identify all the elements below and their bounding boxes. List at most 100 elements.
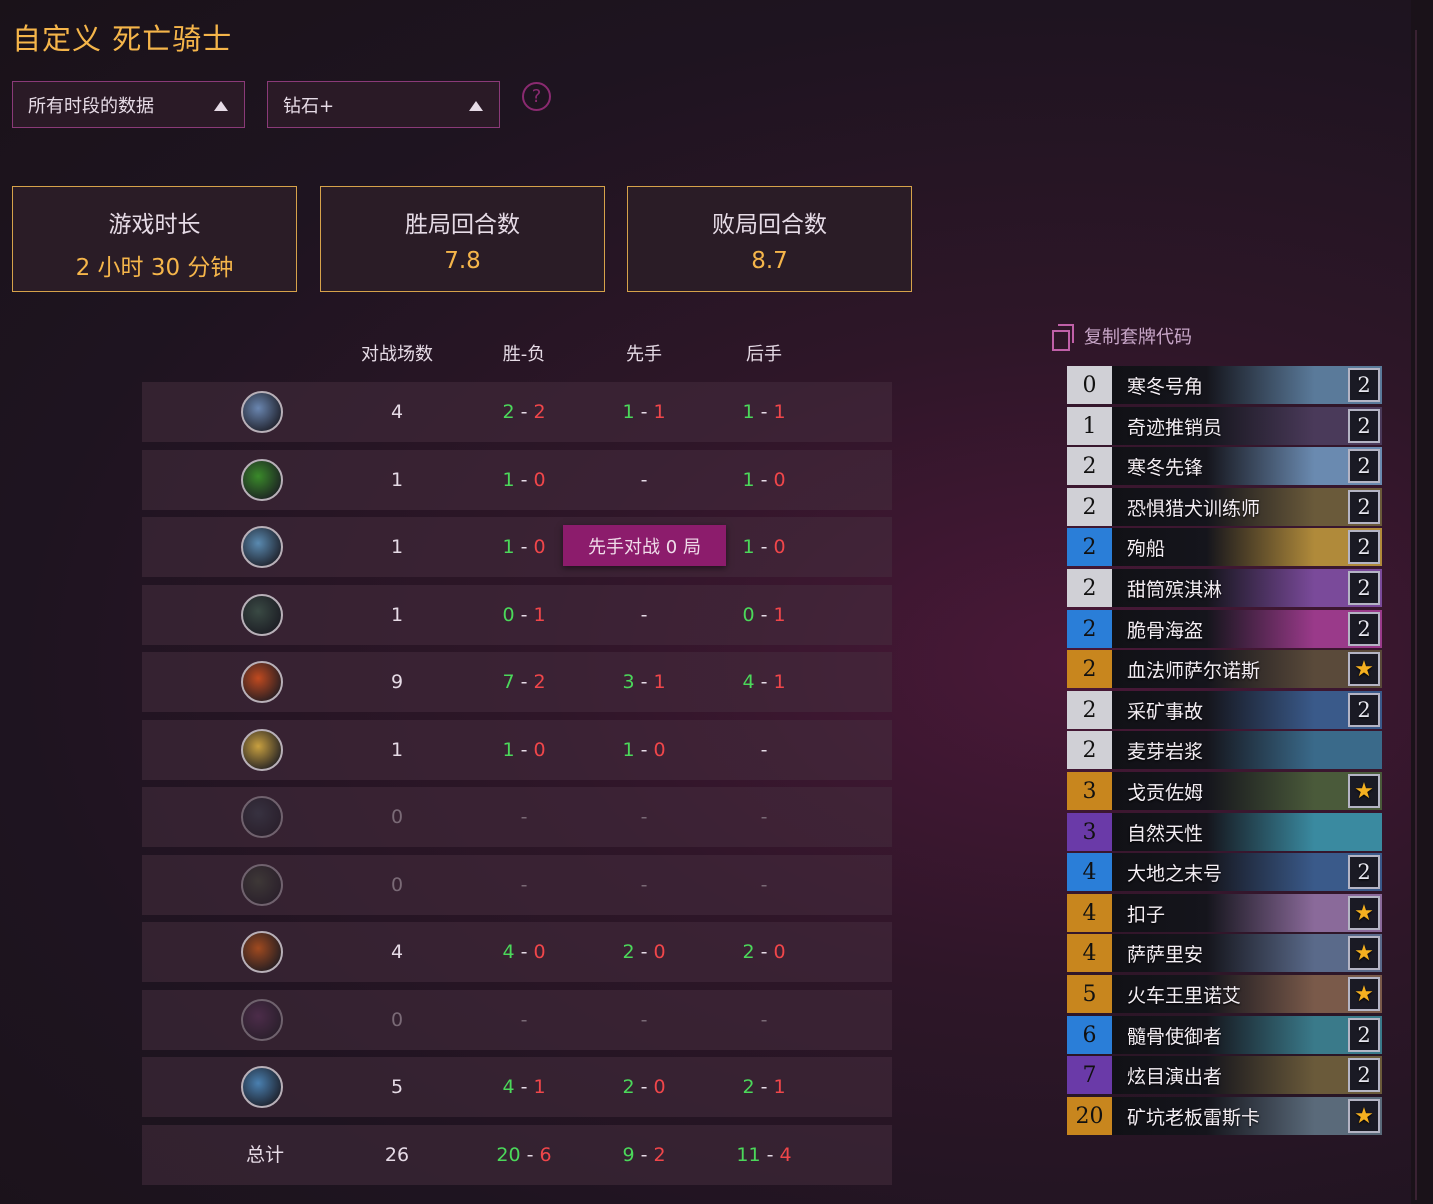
loss-count: 0 bbox=[653, 739, 666, 761]
deck-card[interactable]: 6 髓骨使御者 2 bbox=[1067, 1016, 1382, 1054]
table-row[interactable]: 44 - 02 - 02 - 0 bbox=[142, 922, 892, 982]
win-count: 1 bbox=[502, 739, 515, 761]
help-icon[interactable]: ? bbox=[522, 82, 551, 111]
card-cost: 7 bbox=[1067, 1056, 1112, 1094]
deck-card[interactable]: 2 采矿事故 2 bbox=[1067, 691, 1382, 729]
rank-dropdown[interactable]: 钻石+ bbox=[267, 81, 500, 128]
deck-card[interactable]: 4 大地之末号 2 bbox=[1067, 853, 1382, 891]
separator: - bbox=[634, 1076, 654, 1098]
deck-card[interactable]: 2 殉船 2 bbox=[1067, 528, 1382, 566]
card-count: 2 bbox=[1348, 368, 1380, 402]
deck-card[interactable]: 0 寒冬号角 2 bbox=[1067, 366, 1382, 404]
loss-count: 0 bbox=[653, 941, 666, 963]
empty-cell: - bbox=[464, 990, 584, 1050]
green-fel-icon bbox=[241, 459, 283, 501]
deck-card[interactable]: 4 扣子 ★ bbox=[1067, 894, 1382, 932]
card-cost: 3 bbox=[1067, 813, 1112, 851]
table-row[interactable]: 42 - 21 - 11 - 1 bbox=[142, 382, 892, 442]
deck-card[interactable]: 2 甜筒殡淇淋 2 bbox=[1067, 569, 1382, 607]
win-count: 2 bbox=[622, 1076, 635, 1098]
card-name: 炫目演出者 bbox=[1127, 1065, 1223, 1088]
card-count: 2 bbox=[1348, 449, 1380, 483]
deck-card[interactable]: 2 恐惧猎犬训练师 2 bbox=[1067, 488, 1382, 526]
deck-card[interactable]: 5 火车王里诺艾 ★ bbox=[1067, 975, 1382, 1013]
deck-card[interactable]: 4 萨萨里安 ★ bbox=[1067, 934, 1382, 972]
separator: - bbox=[754, 1076, 774, 1098]
table-row[interactable]: 0 - - - bbox=[142, 855, 892, 915]
card-name-bar: 扣子 ★ bbox=[1112, 894, 1382, 932]
table-row[interactable]: 0 - - - bbox=[142, 990, 892, 1050]
card-cost: 2 bbox=[1067, 650, 1112, 688]
deck-card[interactable]: 2 血法师萨尔诺斯 ★ bbox=[1067, 650, 1382, 688]
deck-card[interactable]: 2 麦芽岩浆 bbox=[1067, 731, 1382, 769]
table-row[interactable]: 97 - 23 - 14 - 1 bbox=[142, 652, 892, 712]
triangle-up-icon bbox=[214, 101, 228, 111]
table-row[interactable]: 0 - - - bbox=[142, 787, 892, 847]
card-count: 2 bbox=[1348, 1058, 1380, 1092]
legendary-star-icon: ★ bbox=[1348, 1099, 1380, 1133]
deck-card[interactable]: 3 自然天性 bbox=[1067, 813, 1382, 851]
win-count: 0 bbox=[742, 604, 755, 626]
card-cost: 2 bbox=[1067, 569, 1112, 607]
card-cost: 0 bbox=[1067, 366, 1112, 404]
separator: - bbox=[514, 1076, 534, 1098]
loss-count: 0 bbox=[533, 739, 546, 761]
table-row[interactable]: 10 - 1-0 - 1 bbox=[142, 585, 892, 645]
card-name: 大地之末号 bbox=[1127, 862, 1223, 885]
loss-count: 1 bbox=[533, 604, 546, 626]
win-count: 2 bbox=[622, 941, 635, 963]
empty-cell: - bbox=[704, 787, 824, 847]
loss-count: 0 bbox=[533, 536, 546, 558]
deck-card[interactable]: 3 戈贡佐姆 ★ bbox=[1067, 772, 1382, 810]
dash: - bbox=[760, 806, 768, 828]
win-loss-cell: 1 - 0 bbox=[704, 450, 824, 510]
win-count: 1 bbox=[742, 401, 755, 423]
legendary-star-icon: ★ bbox=[1348, 774, 1380, 808]
empty-cell: - bbox=[704, 990, 824, 1050]
win-count: 9 bbox=[622, 1144, 635, 1166]
table-row[interactable]: 11 - 0-1 - 0 bbox=[142, 450, 892, 510]
card-cost: 2 bbox=[1067, 447, 1112, 485]
dagger-icon bbox=[241, 796, 283, 838]
table-row[interactable]: 11 - 01 - 0- bbox=[142, 720, 892, 780]
deck-card[interactable]: 1 奇迹推销员 2 bbox=[1067, 407, 1382, 445]
separator: - bbox=[754, 469, 774, 491]
dash: - bbox=[520, 874, 528, 896]
card-name: 脆骨海盗 bbox=[1127, 619, 1204, 642]
table-row[interactable]: 11 - 0-1 - 0 bbox=[142, 517, 892, 577]
separator: - bbox=[634, 739, 654, 761]
card-name-bar: 矿坑老板雷斯卡 ★ bbox=[1112, 1097, 1382, 1135]
deck-card[interactable]: 20 矿坑老板雷斯卡 ★ bbox=[1067, 1097, 1382, 1135]
loss-count: 2 bbox=[653, 1144, 666, 1166]
card-cost: 2 bbox=[1067, 528, 1112, 566]
dash: - bbox=[760, 1009, 768, 1031]
deck-card[interactable]: 7 炫目演出者 2 bbox=[1067, 1056, 1382, 1094]
holy-tome-icon bbox=[241, 729, 283, 771]
empty-cell: - bbox=[584, 450, 704, 510]
stat-card-playtime: 游戏时长 2 小时 30 分钟 bbox=[12, 186, 297, 292]
loss-count: 1 bbox=[773, 1076, 786, 1098]
card-name: 血法师萨尔诺斯 bbox=[1127, 659, 1261, 682]
deck-card[interactable]: 2 寒冬先锋 2 bbox=[1067, 447, 1382, 485]
empty-cell: - bbox=[704, 720, 824, 780]
dash: - bbox=[760, 739, 768, 761]
win-count: 4 bbox=[742, 671, 755, 693]
win-loss-cell: 20 - 6 bbox=[464, 1125, 584, 1185]
total-label: 总计 bbox=[245, 1144, 284, 1166]
deck-card[interactable]: 2 脆骨海盗 2 bbox=[1067, 610, 1382, 648]
legendary-star-icon: ★ bbox=[1348, 977, 1380, 1011]
win-count: 11 bbox=[736, 1144, 761, 1166]
card-name: 戈贡佐姆 bbox=[1127, 781, 1204, 804]
card-cost: 2 bbox=[1067, 731, 1112, 769]
time-range-dropdown[interactable]: 所有时段的数据 bbox=[12, 81, 245, 128]
scrollbar[interactable] bbox=[1411, 0, 1433, 1204]
loss-count: 2 bbox=[533, 401, 546, 423]
dash: - bbox=[640, 469, 648, 491]
rank-value: 钻石+ bbox=[283, 95, 335, 117]
card-name-bar: 甜筒殡淇淋 2 bbox=[1112, 569, 1382, 607]
copy-deck-code-button[interactable]: 复制套牌代码 bbox=[1052, 323, 1192, 351]
card-name-bar: 殉船 2 bbox=[1112, 528, 1382, 566]
table-row[interactable]: 54 - 12 - 02 - 1 bbox=[142, 1057, 892, 1117]
time-range-value: 所有时段的数据 bbox=[28, 95, 154, 117]
loss-count: 4 bbox=[779, 1144, 792, 1166]
